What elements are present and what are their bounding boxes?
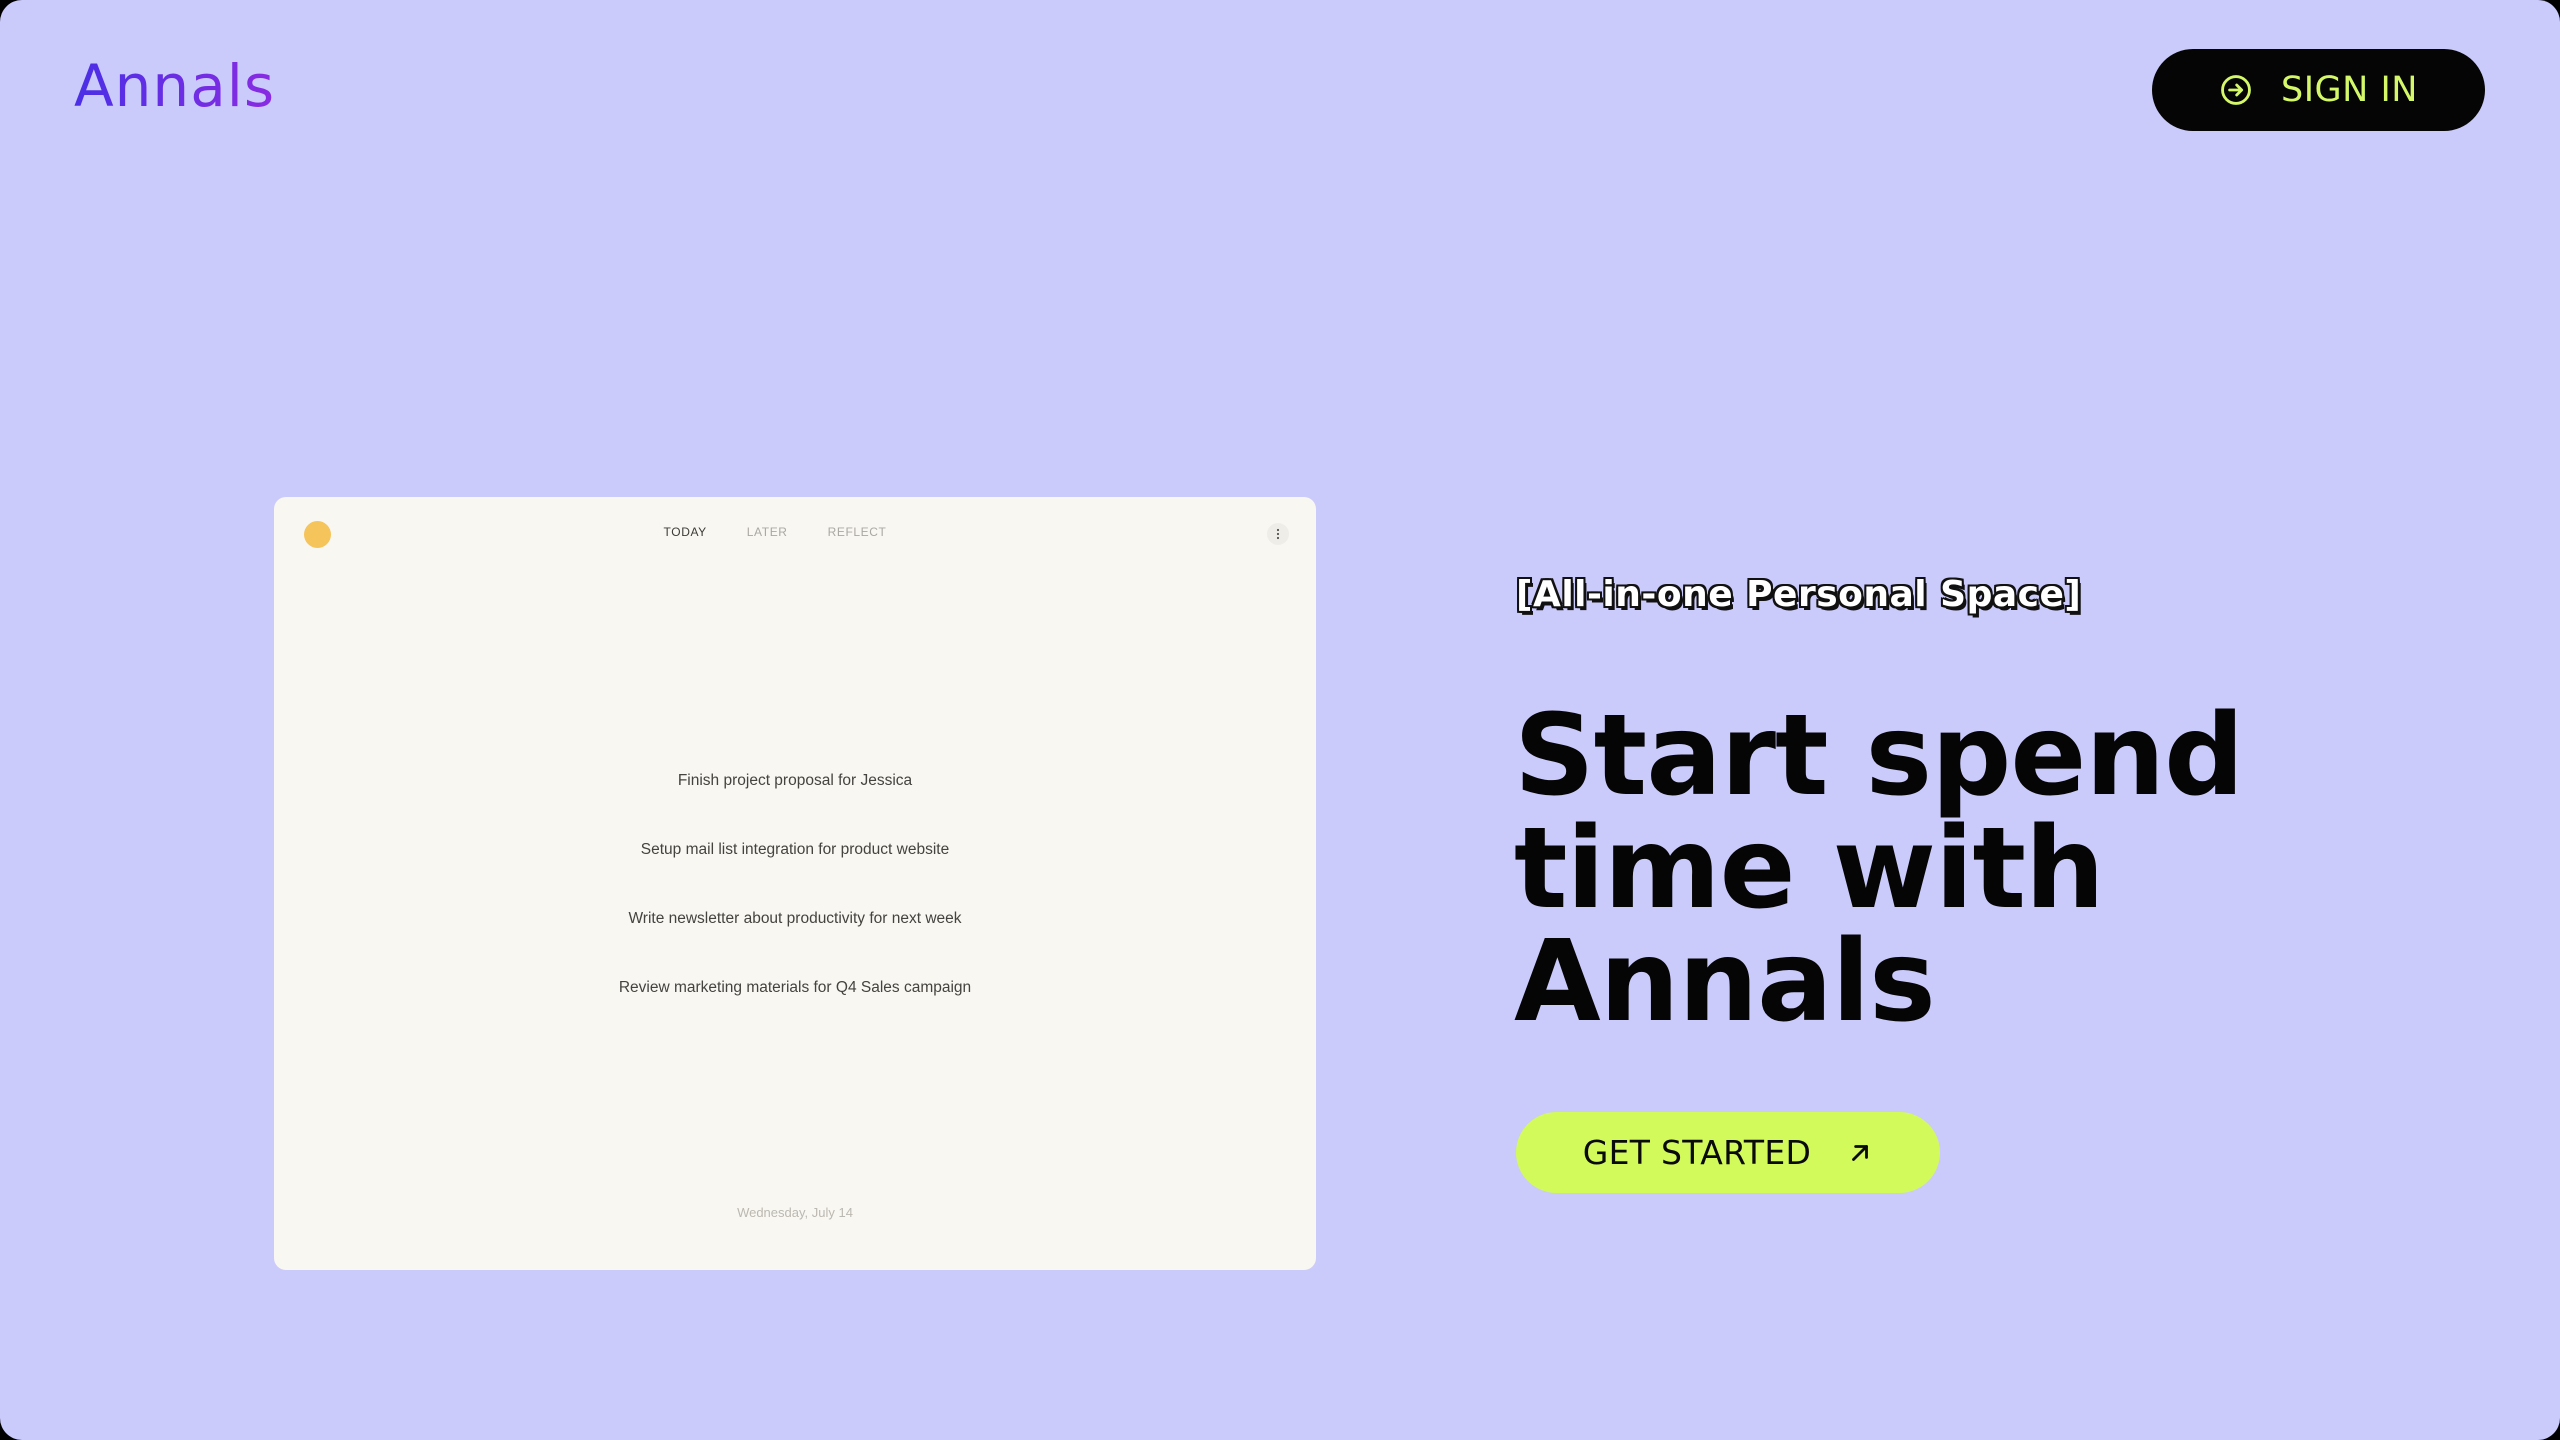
sign-in-button[interactable]: SIGN IN <box>2152 49 2485 131</box>
hero-headline: Start spend time with Annals <box>1514 700 2414 1039</box>
tab-later[interactable]: LATER <box>747 525 788 539</box>
sign-in-icon <box>2221 75 2251 105</box>
get-started-button[interactable]: GET STARTED <box>1516 1112 1940 1193</box>
tab-today[interactable]: TODAY <box>664 525 707 539</box>
app-preview-card: TODAY LATER REFLECT Finish project propo… <box>274 497 1316 1270</box>
hero-tagline: [All-in-one Personal Space] <box>1516 574 2082 615</box>
brand-logo[interactable]: Annals <box>74 52 275 120</box>
task-list: Finish project proposal for Jessica Setu… <box>274 771 1316 1047</box>
sign-in-label: SIGN IN <box>2281 70 2418 110</box>
headline-line: time with <box>1514 804 2105 934</box>
task-item[interactable]: Finish project proposal for Jessica <box>274 771 1316 840</box>
current-date: Wednesday, July 14 <box>737 1205 853 1220</box>
more-vertical-icon[interactable] <box>1267 523 1289 545</box>
task-item[interactable]: Write newsletter about productivity for … <box>274 909 1316 978</box>
headline-line: Annals <box>1514 917 1936 1047</box>
task-item[interactable]: Setup mail list integration for product … <box>274 840 1316 909</box>
headline-line: Start spend <box>1514 691 2244 821</box>
arrow-up-right-icon <box>1852 1144 1869 1161</box>
tab-reflect[interactable]: REFLECT <box>828 525 887 539</box>
get-started-label: GET STARTED <box>1582 1133 1812 1172</box>
landing-page: Annals SIGN IN TODAY LATER REFLECT Finis… <box>0 0 2560 1440</box>
app-tabs: TODAY LATER REFLECT <box>274 525 1316 539</box>
task-item[interactable]: Review marketing materials for Q4 Sales … <box>274 978 1316 1047</box>
